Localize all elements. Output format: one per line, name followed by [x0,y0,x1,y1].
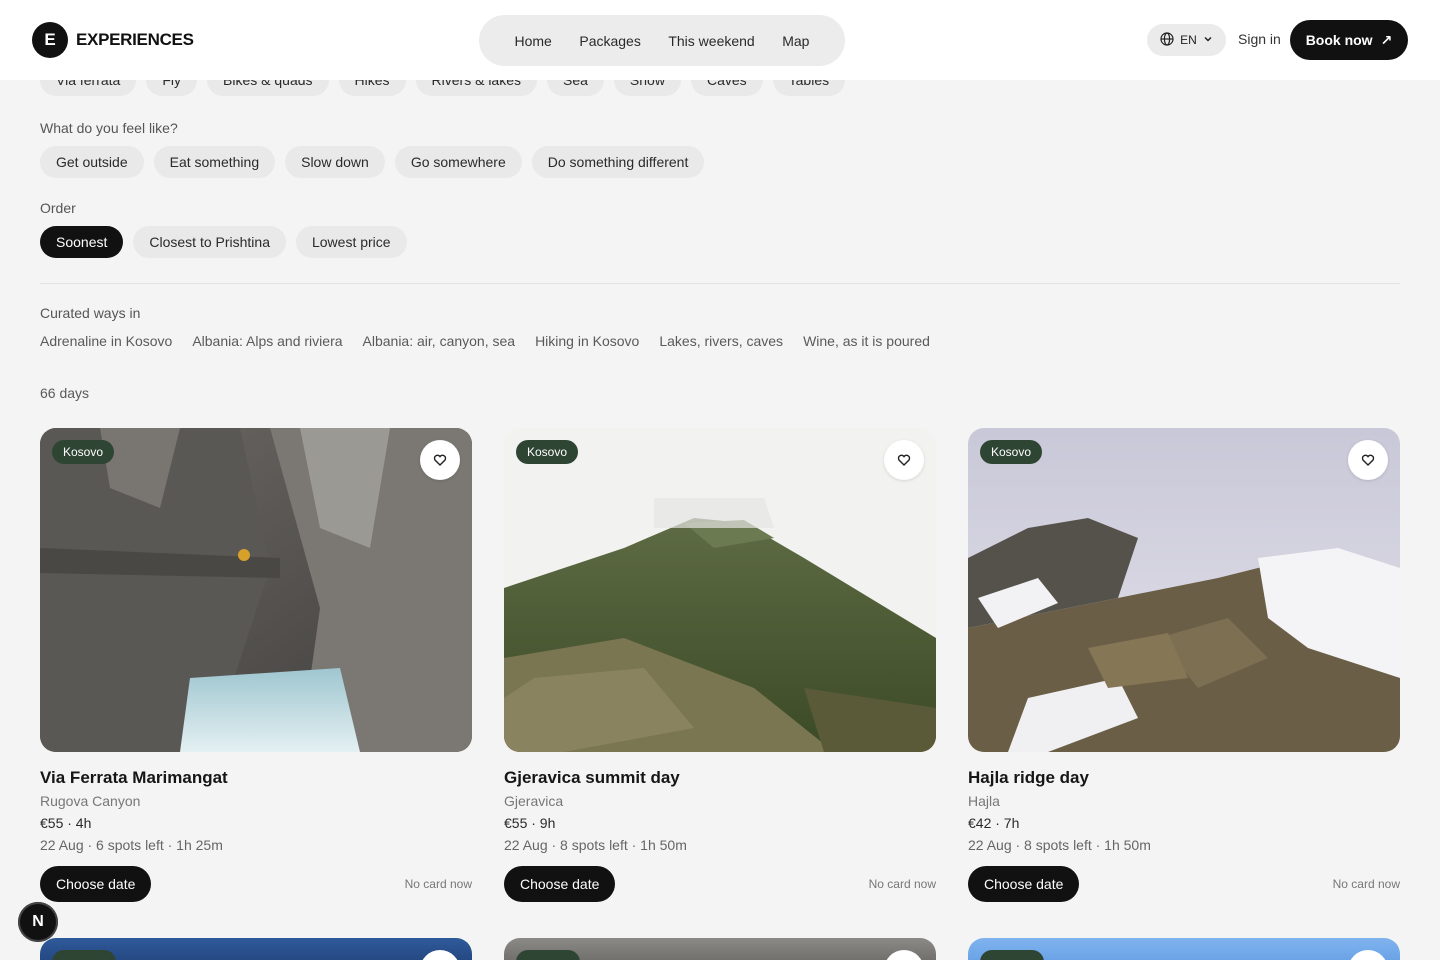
language-label: EN [1180,33,1197,47]
mood-chip[interactable]: Eat something [153,146,276,178]
curated-link[interactable]: Albania: Alps and riviera [192,333,342,349]
nav-map[interactable]: Map [782,33,809,49]
card-location: Rugova Canyon [40,793,141,809]
card-location: Gjeravica [504,793,564,809]
canyon-photo [40,428,472,752]
sign-in-link[interactable]: Sign in [1238,31,1281,47]
curated-link[interactable]: Lakes, rivers, caves [659,333,783,349]
heart-icon[interactable] [884,950,924,960]
no-card-note: No card now [1332,877,1400,891]
card-meta: 22 Aug · 6 spots left · 1h 25m [40,837,223,853]
choose-date-button[interactable]: Choose date [504,866,616,902]
experience-card[interactable]: Kosovo Via Ferrata Marimangat Rugova Can… [40,428,472,902]
card-actions: Choose date No card now [40,866,472,902]
card-price: €55 · 4h [40,815,92,831]
curated-link[interactable]: Adrenaline in Kosovo [40,333,172,349]
experience-card[interactable]: Kosovo Hajla ridge day Hajla €42 · 7h 22… [968,428,1400,902]
mood-label: What do you feel like? [40,120,178,136]
nav-this-weekend[interactable]: This weekend [668,33,754,49]
card-image: Kosovo [40,428,472,752]
card-price: €42 · 7h [968,815,1020,831]
summit-photo [504,428,936,752]
nav-packages[interactable]: Packages [579,33,640,49]
no-card-note: No card now [868,877,936,891]
choose-date-button[interactable]: Choose date [40,866,152,902]
divider [40,283,1400,284]
chevron-down-icon [1203,33,1213,47]
country-badge: Kosovo [516,440,579,464]
country-badge [52,950,116,960]
logo[interactable]: E EXPERIENCES [32,22,194,58]
card-location: Hajla [968,793,1000,809]
book-now-label: Book now [1305,32,1373,48]
result-count: 66 days [40,385,90,401]
order-label: Order [40,200,76,216]
mood-chips: Get outside Eat something Slow down Go s… [40,146,705,178]
country-badge: Kosovo [52,440,115,464]
curated-links: Adrenaline in Kosovo Albania: Alps and r… [40,333,930,349]
card-title: Via Ferrata Marimangat [40,768,228,787]
card-image: Kosovo [504,428,936,752]
country-badge [980,950,1044,960]
heart-icon[interactable] [420,950,460,960]
curated-link[interactable]: Wine, as it is poured [803,333,930,349]
no-card-note: No card now [404,877,472,891]
country-badge [516,950,580,960]
ridge-photo [968,428,1400,752]
next-card-preview[interactable] [504,938,936,960]
mood-chip[interactable]: Go somewhere [394,146,522,178]
mood-chip[interactable]: Do something different [531,146,705,178]
logo-text: EXPERIENCES [76,30,194,49]
language-selector[interactable]: EN [1147,24,1226,56]
card-actions: Choose date No card now [504,866,936,902]
heart-icon[interactable] [1348,950,1388,960]
globe-icon [1160,31,1174,49]
card-price: €55 · 9h [504,815,556,831]
mood-chip[interactable]: Slow down [285,146,385,178]
next-card-preview[interactable] [40,938,472,960]
card-actions: Choose date No card now [968,866,1400,902]
arrow-up-right-icon: ↗ [1380,31,1393,48]
choose-date-button[interactable]: Choose date [968,866,1080,902]
heart-icon[interactable] [1348,440,1388,480]
mood-chip[interactable]: Get outside [40,146,144,178]
order-chips: Soonest Closest to Prishtina Lowest pric… [40,226,407,258]
card-meta: 22 Aug · 8 spots left · 1h 50m [968,837,1151,853]
order-chip-closest[interactable]: Closest to Prishtina [133,226,286,258]
card-title: Hajla ridge day [968,768,1089,787]
curated-link[interactable]: Albania: air, canyon, sea [363,333,516,349]
order-chip-soonest[interactable]: Soonest [40,226,124,258]
order-chip-lowest-price[interactable]: Lowest price [295,226,407,258]
card-image: Kosovo [968,428,1400,752]
country-badge: Kosovo [980,440,1043,464]
logo-mark: E [32,22,68,58]
curated-label: Curated ways in [40,305,141,321]
curated-link[interactable]: Hiking in Kosovo [535,333,639,349]
top-header: E EXPERIENCES Home Packages This weekend… [0,0,1440,80]
book-now-button[interactable]: Book now ↗ [1290,20,1408,60]
card-meta: 22 Aug · 8 spots left · 1h 50m [504,837,687,853]
heart-icon[interactable] [884,440,924,480]
main-nav: Home Packages This weekend Map [479,15,845,66]
n-badge-button[interactable]: N [18,902,58,942]
card-title: Gjeravica summit day [504,768,680,787]
next-card-preview[interactable] [968,938,1400,960]
experience-card[interactable]: Kosovo Gjeravica summit day Gjeravica €5… [504,428,936,902]
nav-home[interactable]: Home [515,33,552,49]
heart-icon[interactable] [420,440,460,480]
